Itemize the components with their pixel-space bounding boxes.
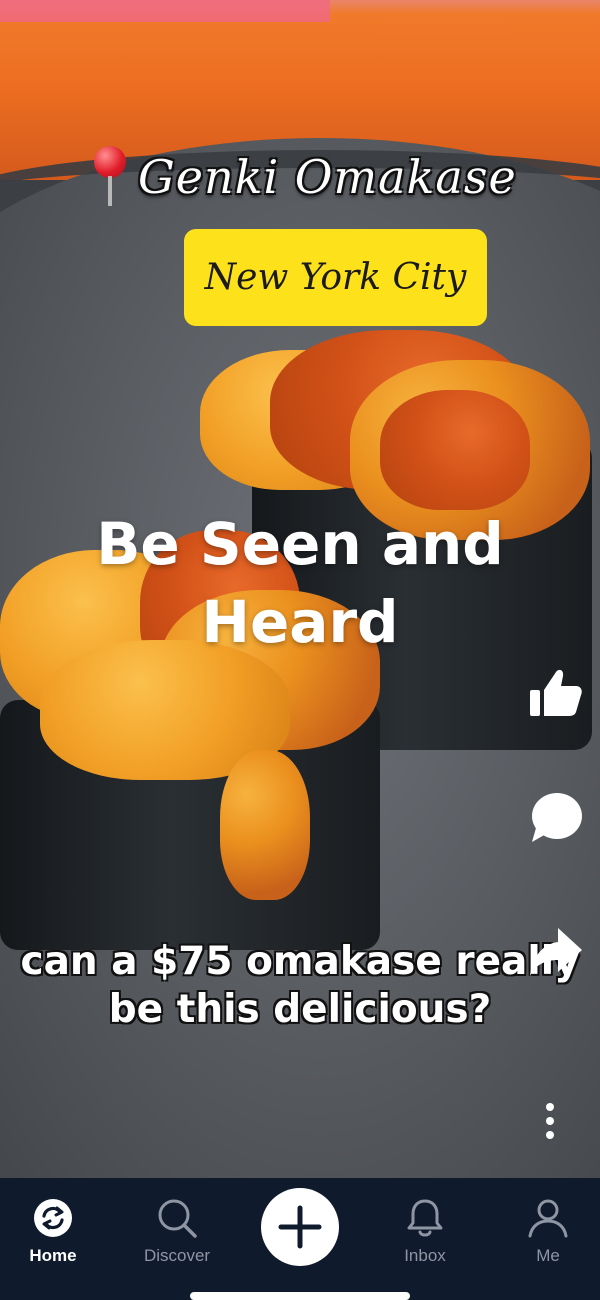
refresh-home-icon: [34, 1199, 72, 1237]
map-pin-icon: [90, 146, 130, 208]
headline: Be Seen and Heard: [0, 505, 600, 661]
bell-icon: [407, 1199, 443, 1237]
home-indicator[interactable]: [190, 1292, 410, 1300]
tab-discover[interactable]: Discover: [122, 1196, 232, 1276]
search-icon: [158, 1199, 197, 1238]
person-icon: [528, 1199, 568, 1238]
location-tag[interactable]: Genki Omakase: [90, 146, 517, 208]
tab-me[interactable]: Me: [493, 1196, 600, 1276]
caption-line-1: can a $75 omakase really: [20, 939, 580, 984]
thumbs-up-icon: [530, 669, 582, 716]
tab-home-label: Home: [29, 1246, 77, 1265]
like-button[interactable]: [526, 664, 586, 724]
tab-home[interactable]: Home: [0, 1196, 108, 1276]
tab-inbox-label: Inbox: [404, 1246, 446, 1265]
city-label: New York City: [204, 257, 467, 298]
caption-line-2: be this delicious?: [108, 987, 492, 1032]
speech-bubble-icon: [532, 793, 582, 842]
location-name: Genki Omakase: [138, 150, 517, 204]
more-options-button[interactable]: [536, 1100, 564, 1146]
share-arrow-icon: [530, 928, 582, 976]
tab-me-label: Me: [536, 1246, 560, 1265]
comment-button[interactable]: [526, 788, 586, 848]
video-overlay: Genki Omakase New York City Be Seen and …: [0, 0, 600, 1178]
plus-icon: [278, 1205, 322, 1249]
create-button[interactable]: [261, 1188, 339, 1266]
app-screen: Genki Omakase New York City Be Seen and …: [0, 0, 600, 1300]
share-button[interactable]: [526, 922, 586, 982]
tab-inbox[interactable]: Inbox: [370, 1196, 480, 1276]
video-caption: can a $75 omakase really be this delicio…: [0, 938, 600, 1034]
headline-line-1: Be Seen and: [96, 510, 504, 578]
tab-discover-label: Discover: [143, 1246, 211, 1265]
city-badge: New York City: [184, 229, 487, 326]
headline-line-2: Heard: [201, 588, 399, 656]
vertical-dots-icon: [546, 1103, 554, 1139]
